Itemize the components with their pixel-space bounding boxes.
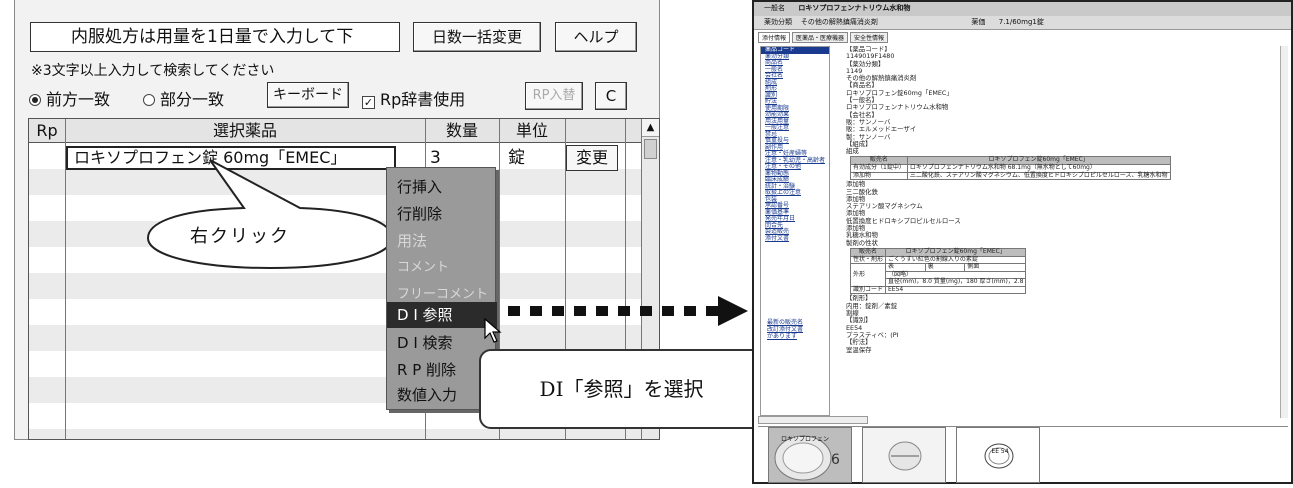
section-value: その他の解熱鎮痛消炎剤	[846, 74, 917, 83]
di-vertical-scrollbar[interactable]	[1280, 46, 1288, 418]
section-value: EE54	[846, 323, 863, 332]
table-cell: 販売名	[849, 247, 887, 257]
tablet-front-icon	[888, 441, 922, 471]
table-cell: 裏	[924, 263, 966, 272]
section-heading: 【薬効分類】	[846, 59, 885, 68]
table-cell: 添加物	[850, 171, 908, 181]
nav-extra-line: 最新の販売名	[767, 319, 804, 326]
table-cell: 有効成分（1錠中）	[850, 164, 908, 173]
tab-medical-devices[interactable]: 医薬品・医療機器	[792, 32, 849, 43]
section-value: ステアリン酸マグネシウム	[846, 202, 923, 211]
section-heading: 【薬品コード】	[846, 46, 891, 53]
tablet-imprint: EE 54	[991, 448, 1009, 455]
section-value: 製剤の性状	[846, 238, 878, 247]
composition-table: 販売名 ロキソプロフェン錠60mg「EMEC」 有効成分（1錠中） ロキソプロフェン…	[850, 156, 1171, 181]
tab-safety-info[interactable]: 安全性情報	[850, 32, 889, 43]
table-cell: ロキソプロフェンナトリウム水和物 68.1mg（無水物として60mg）	[906, 164, 1171, 173]
section-heading: 【会社名】	[846, 110, 878, 119]
section-value: 添加物	[846, 224, 866, 233]
section-heading: 【組成】	[846, 139, 872, 148]
di-content: 【薬品コード】 1149019F1480 【薬効分類】 1149 その他の解熱鎮…	[846, 46, 1286, 416]
di-window: 一般名 ロキソプロフェンナトリウム水和物 薬効分類 その他の解熱鎮痛消炎剤 薬価…	[752, 0, 1293, 484]
section-value: ロキソプロフェンナトリウム水和物	[846, 103, 949, 112]
section-value: ロキソプロフェン錠60mg「EMEC」	[846, 88, 953, 97]
section-value: 製：サンノーバ	[846, 132, 891, 141]
tablet-back-icon	[984, 443, 1014, 469]
tablet-front-image[interactable]	[862, 427, 946, 483]
category-label: 薬効分類	[764, 18, 792, 26]
nav-item[interactable]: 添付文書	[761, 235, 829, 243]
callout-select-di: DI「参照」を選択	[479, 349, 764, 429]
section-value: 組成	[846, 147, 859, 156]
di-subtitle-bar: 薬効分類 その他の解熱鎮痛消炎剤 薬価 7.1/60mg1錠	[754, 16, 1291, 30]
table-cell: 性状・剤形	[849, 255, 887, 265]
tab-attached-info[interactable]: 添付情報	[758, 32, 791, 43]
section-value: 低置換度ヒドロキシプロピルセルロース	[846, 216, 961, 225]
section-heading: 【貯法】	[846, 338, 872, 347]
table-cell: ロキソプロフェン錠60mg「EMEC」	[885, 247, 1027, 257]
di-image-strip: 6 ロキソプロフェン EE 54	[758, 426, 1288, 483]
di-horizontal-scrollbar[interactable]	[758, 416, 868, 424]
table-cell: ごくうすい紅色の割線入りの素錠	[885, 255, 1027, 265]
table-cell: 識別コード	[849, 285, 887, 295]
table-cell: EE54	[885, 285, 1027, 295]
table-cell: 直径(mm)，8.0 質量(mg)，180 厚さ(mm)，2.8	[885, 278, 1027, 287]
section-value: 乳糖水和物	[846, 231, 878, 240]
svg-text:6: 6	[831, 452, 840, 468]
price-label: 薬価	[971, 18, 986, 26]
section-value: 内用：錠剤／素錠	[846, 301, 898, 310]
generic-value: ロキソプロフェンナトリウム水和物	[798, 4, 911, 12]
nav-update-notice[interactable]: 最新の販売名 改訂添付文書 があります	[767, 319, 803, 340]
price-value: 7.1/60mg1錠	[998, 18, 1044, 26]
section-value: 三二酸化鉄	[846, 187, 878, 196]
section-heading: 【剤形】	[846, 294, 872, 303]
section-value: 割線	[846, 309, 859, 318]
form-table: 販売名 ロキソプロフェン錠60mg「EMEC」 性状・剤形 ごくうすい紅色の割線入り…	[849, 247, 1027, 295]
category-value: その他の解熱鎮痛消炎剤	[800, 18, 878, 26]
section-value: 販：エルメッドエーザイ	[846, 125, 917, 134]
nav-extra-line: があります	[767, 333, 798, 340]
package-image[interactable]: 6 ロキソプロフェン	[768, 427, 852, 483]
section-value: 添加物	[846, 180, 866, 189]
table-cell: 三二酸化鉄、ステアリン酸マグネシウム、低置換度ヒドロキシプロピルセルロース、乳糖…	[906, 171, 1171, 181]
table-cell: 外形	[849, 263, 887, 287]
section-value: 1149019F1480	[846, 52, 895, 61]
di-navigation: 薬品コード 薬効分類 商品名 一般名 会社名 組成 剤形 識別 貯法 使用期限 …	[760, 46, 830, 416]
di-tabs: 添付情報 医薬品・医療機器 安全性情報	[758, 32, 890, 43]
nav-extra-line: 改訂添付文書	[767, 326, 804, 333]
section-heading: 【識別】	[846, 316, 872, 325]
tablet-back-image[interactable]: EE 54	[956, 427, 1040, 483]
table-cell: 側面	[964, 263, 1027, 272]
generic-label: 一般名	[764, 4, 785, 12]
package-caption: ロキソプロフェン	[781, 436, 830, 443]
di-title-bar: 一般名 ロキソプロフェンナトリウム水和物	[754, 2, 1291, 16]
section-value: プラスティベ：(PI	[846, 330, 899, 339]
section-value: 室温保存	[846, 345, 872, 354]
